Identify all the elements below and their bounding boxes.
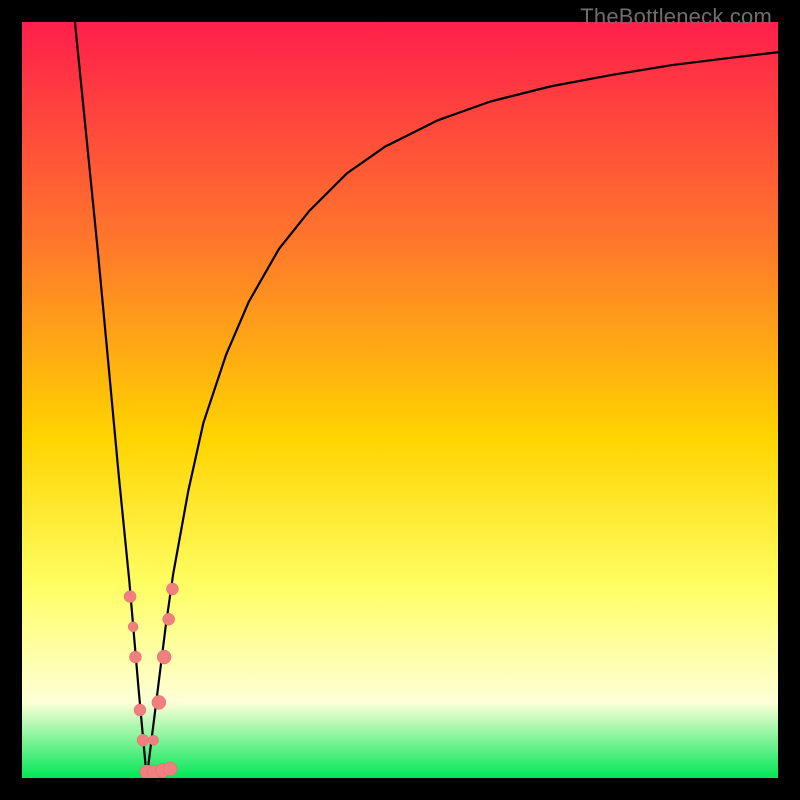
watermark-label: TheBottleneck.com <box>580 4 772 30</box>
data-marker <box>149 735 159 745</box>
chart-svg <box>22 22 778 778</box>
chart-frame <box>22 22 778 778</box>
data-marker <box>129 651 141 663</box>
data-marker <box>128 622 138 632</box>
data-marker <box>157 650 171 664</box>
data-marker <box>152 695 166 709</box>
data-marker <box>124 591 136 603</box>
data-marker <box>134 704 146 716</box>
data-marker <box>163 613 175 625</box>
data-marker <box>137 734 149 746</box>
data-marker <box>166 583 178 595</box>
data-marker <box>163 762 177 776</box>
